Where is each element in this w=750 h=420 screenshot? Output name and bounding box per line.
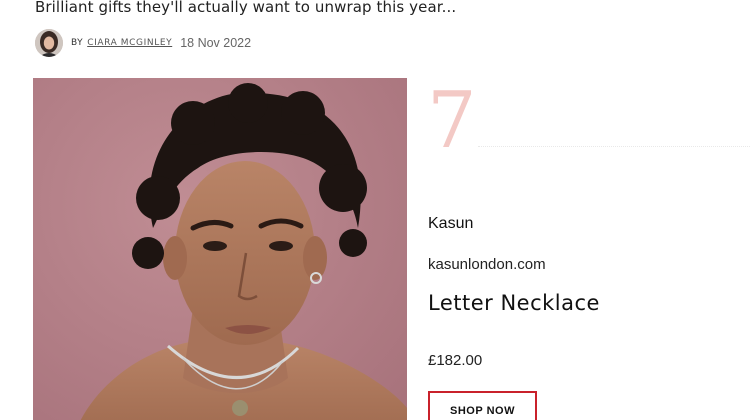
author-link[interactable]: CIARA MCGINLEY xyxy=(87,38,172,48)
avatar-portrait-icon xyxy=(35,29,63,57)
item-rank-number: 7 xyxy=(427,76,477,166)
author-avatar[interactable] xyxy=(35,29,63,57)
model-portrait-image xyxy=(33,78,407,420)
publish-date: 18 Nov 2022 xyxy=(180,36,252,50)
product-photo xyxy=(33,78,407,420)
byline-prefix: BY xyxy=(71,38,84,48)
shop-now-button[interactable]: SHOP NOW xyxy=(428,391,537,420)
product-name: Letter Necklace xyxy=(428,291,600,315)
byline: BY CIARA MCGINLEY 18 Nov 2022 xyxy=(35,29,251,57)
rank-divider xyxy=(478,146,750,147)
product-brand: Kasun xyxy=(428,215,474,232)
article-page: Brilliant gifts they'll actually want to… xyxy=(0,0,750,420)
product-website: kasunlondon.com xyxy=(428,256,546,273)
product-price: £182.00 xyxy=(428,352,483,369)
article-subtitle: Brilliant gifts they'll actually want to… xyxy=(35,0,457,16)
